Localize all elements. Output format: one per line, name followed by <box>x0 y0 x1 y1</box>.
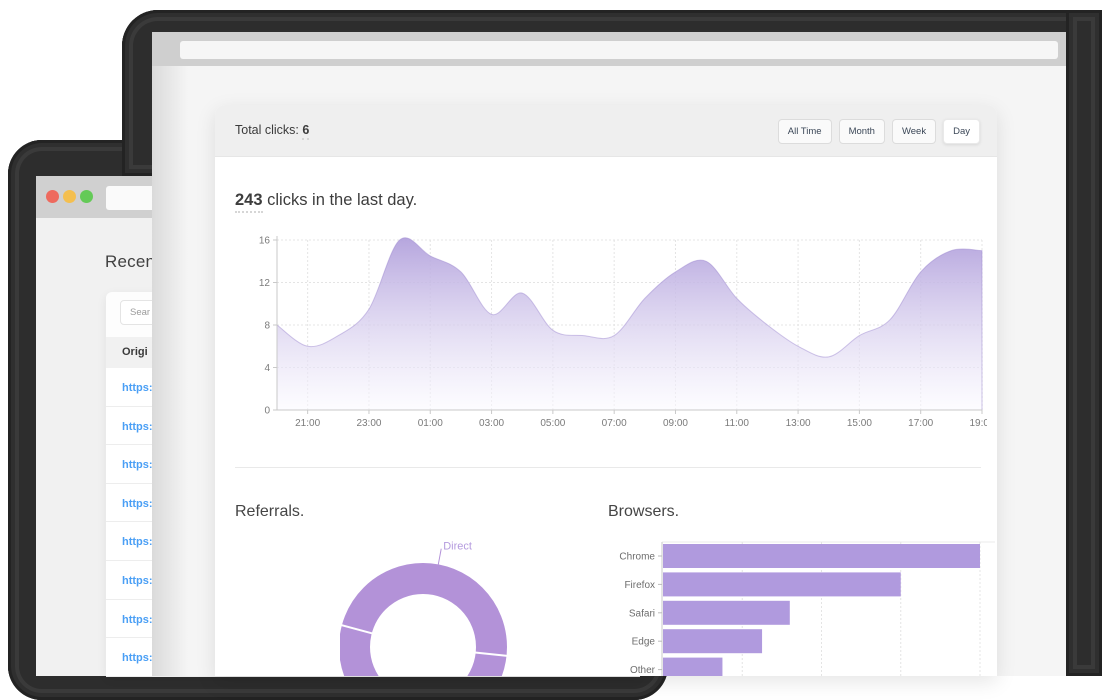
original-url-link[interactable]: https: <box>122 652 153 664</box>
svg-text:01:00: 01:00 <box>418 418 443 429</box>
svg-text:16: 16 <box>259 236 271 247</box>
original-url-link[interactable]: https: <box>122 459 153 471</box>
clicks-count: 243 <box>235 191 263 213</box>
bar-category-label: Other <box>630 665 656 676</box>
browsers-bar-chart: Chrome Firefox Safari Edge Other <box>608 530 997 676</box>
donut-slice-label: Direct <box>443 541 472 553</box>
svg-text:8: 8 <box>264 321 270 332</box>
original-url-link[interactable]: https: <box>122 536 153 548</box>
svg-text:0: 0 <box>264 406 270 417</box>
filter-month-button[interactable]: Month <box>839 119 885 144</box>
bar-category-label: Firefox <box>624 580 655 591</box>
bar-category-label: Edge <box>632 637 656 648</box>
browsers-title: Browsers. <box>608 503 679 521</box>
svg-text:23:00: 23:00 <box>356 418 381 429</box>
minimize-window-button[interactable] <box>63 190 76 203</box>
svg-text:21:00: 21:00 <box>295 418 320 429</box>
svg-text:07:00: 07:00 <box>602 418 627 429</box>
total-clicks-value: 6 <box>302 123 309 140</box>
total-clicks: Total clicks: 6 <box>235 123 309 137</box>
svg-text:13:00: 13:00 <box>786 418 811 429</box>
bar-category-label: Safari <box>629 608 655 619</box>
svg-text:05:00: 05:00 <box>540 418 565 429</box>
original-url-link[interactable]: https: <box>122 575 153 587</box>
section-divider <box>235 467 981 468</box>
svg-text:12: 12 <box>259 278 271 289</box>
clicks-area-chart: 0 4 8 12 16 21:00 23:00 01:00 03:00 05:00 07:00 09:… <box>235 228 987 434</box>
address-bar[interactable] <box>180 41 1058 59</box>
card-header: Total clicks: 6 All Time Month Week Day <box>215 105 997 157</box>
original-url-link[interactable]: https: <box>122 614 153 626</box>
close-window-button[interactable] <box>157 45 165 53</box>
filter-day-button[interactable]: Day <box>943 119 980 144</box>
svg-text:03:00: 03:00 <box>479 418 504 429</box>
svg-text:09:00: 09:00 <box>663 418 688 429</box>
bar-category-label: Chrome <box>619 552 655 563</box>
time-filter-group: All Time Month Week Day <box>778 119 980 144</box>
minimize-window-button[interactable] <box>168 45 176 53</box>
original-url-link[interactable]: https: <box>122 498 153 510</box>
filter-week-button[interactable]: Week <box>892 119 936 144</box>
clicks-headline-text: clicks in the last day. <box>263 191 418 209</box>
close-window-button[interactable] <box>46 190 59 203</box>
referrals-donut-chart: Direct <box>340 535 516 676</box>
svg-text:4: 4 <box>264 363 270 374</box>
maximize-window-button[interactable] <box>80 190 93 203</box>
original-url-link[interactable]: https: <box>122 382 153 394</box>
svg-text:11:00: 11:00 <box>725 418 750 429</box>
referrals-title: Referrals. <box>235 503 304 521</box>
filter-all-time-button[interactable]: All Time <box>778 119 832 144</box>
original-url-link[interactable]: https: <box>122 421 153 433</box>
svg-text:17:00: 17:00 <box>908 418 933 429</box>
total-clicks-label: Total clicks: <box>235 123 299 137</box>
svg-text:15:00: 15:00 <box>847 418 872 429</box>
recent-links-heading: Recen <box>105 252 155 272</box>
window-frame-right <box>1066 10 1102 676</box>
clicks-headline: 243 clicks in the last day. <box>235 191 417 210</box>
analytics-card: Total clicks: 6 All Time Month Week Day … <box>215 105 997 676</box>
svg-text:19:00: 19:00 <box>969 418 987 429</box>
